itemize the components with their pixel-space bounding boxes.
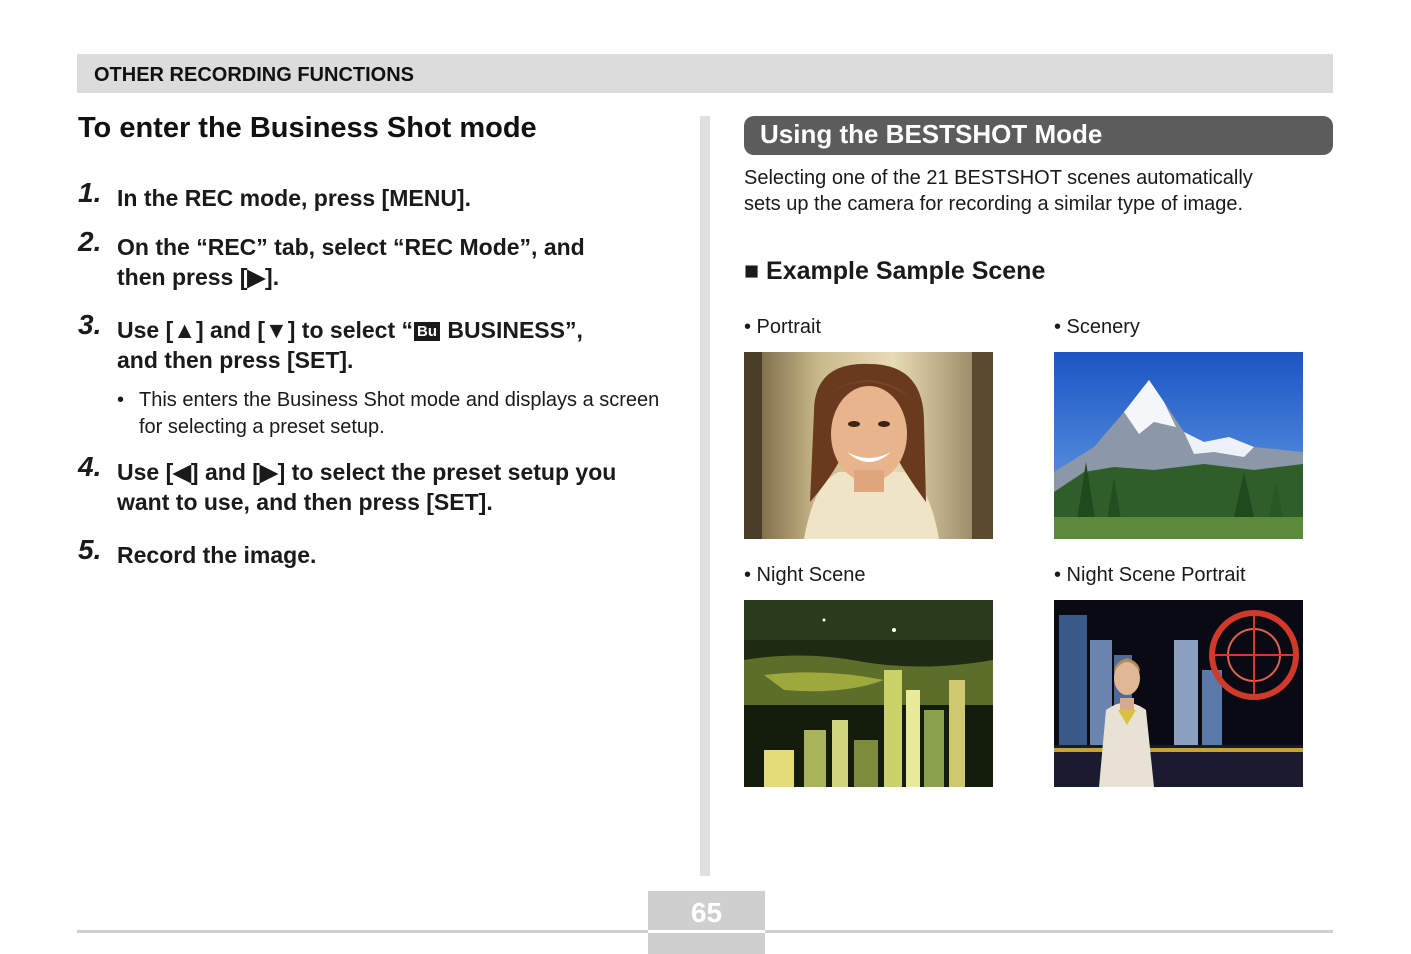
step-text: In the REC mode, press [MENU]. [117, 185, 471, 211]
bestshot-section-header: Using the BESTSHOT Mode [744, 116, 1333, 155]
step-number: 3. [78, 309, 102, 340]
step-number: 5. [78, 534, 102, 565]
step-text-line: Use [◀] and [▶] to select the preset set… [117, 459, 617, 485]
scene-label: • Night Scene [744, 564, 866, 586]
scene-scenery: • Scenery [1054, 314, 1304, 539]
step-text-line: Use [▲] and [▼] to select “Bu BUSINESS”, [117, 315, 677, 345]
page-number-box: 65 [648, 891, 765, 954]
column-divider [700, 116, 710, 876]
scene-night-portrait: • Night Scene Portrait [1054, 562, 1304, 787]
intro-line: Selecting one of the 21 BESTSHOT scenes … [744, 167, 1253, 189]
scene-label: • Portrait [744, 316, 822, 338]
scene-night: • Night Scene [744, 562, 994, 787]
step-number: 4. [78, 451, 102, 482]
step-text-post: BUSINESS”, [441, 317, 583, 343]
scene-label: • Night Scene Portrait [1054, 564, 1246, 586]
sample-scene-heading: ■ Example Sample Scene [744, 257, 1046, 285]
scene-label: • Scenery [1054, 316, 1140, 338]
intro-line: sets up the camera for recording a simil… [744, 193, 1244, 215]
step-text: Use [▲] and [▼] to select “Bu BUSINESS”,… [117, 315, 677, 375]
night-scene-photo [744, 600, 993, 787]
step-text: Use [◀] and [▶] to select the preset set… [117, 457, 677, 517]
step-text-line: and then press [SET]. [117, 347, 354, 373]
bullet-icon: • [117, 389, 125, 411]
step-text: Record the image. [117, 542, 317, 568]
business-mode-icon: Bu [414, 322, 441, 341]
step-text-line: then press [▶]. [117, 264, 280, 290]
step-text-pre: Use [▲] and [▼] to select “ [117, 317, 414, 343]
section-header-bar: OTHER RECORDING FUNCTIONS [77, 54, 1333, 93]
step-text-line: want to use, and then press [SET]. [117, 489, 493, 515]
night-scene-portrait-photo [1054, 600, 1303, 787]
scene-portrait: • Portrait [744, 314, 994, 539]
left-column: To enter the Business Shot mode 1. In th… [78, 112, 678, 568]
page-number-divider [648, 930, 765, 933]
step-text-line: On the “REC” tab, select “REC Mode”, and [117, 234, 585, 260]
section-title: OTHER RECORDING FUNCTIONS [94, 64, 414, 86]
portrait-photo [744, 352, 993, 539]
page-number: 65 [690, 897, 723, 928]
step-note: • This enters the Business Shot mode and… [117, 387, 677, 441]
step-note-text: This enters the Business Shot mode and d… [139, 389, 660, 438]
right-column: Using the BESTSHOT Mode Selecting one of… [744, 116, 1333, 787]
step-number: 2. [78, 226, 102, 257]
intro-paragraph: Selecting one of the 21 BESTSHOT scenes … [744, 165, 1333, 217]
page-title: To enter the Business Shot mode [78, 112, 537, 144]
step-text: On the “REC” tab, select “REC Mode”, and… [117, 232, 677, 292]
step-number: 1. [78, 177, 102, 208]
scenery-photo [1054, 352, 1303, 539]
